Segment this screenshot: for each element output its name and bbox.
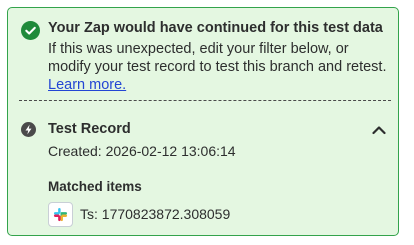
filter-result-panel: Your Zap would have continued for this t… — [7, 7, 399, 236]
alert-body-text: If this was unexpected, edit your filter… — [48, 41, 387, 75]
learn-more-link[interactable]: Learn more. — [48, 77, 126, 93]
chevron-up-icon[interactable] — [370, 121, 388, 139]
lightning-bolt-icon — [21, 122, 36, 137]
section-divider — [19, 100, 391, 101]
alert-message: If this was unexpected, edit your filter… — [48, 40, 393, 94]
check-circle-icon — [21, 21, 40, 40]
matched-items-label: Matched items — [48, 179, 142, 194]
slack-logo-icon — [48, 202, 73, 227]
created-timestamp: Created: 2026-02-12 13:06:14 — [48, 143, 236, 159]
test-record-title: Test Record — [48, 121, 131, 137]
alert-title: Your Zap would have continued for this t… — [48, 20, 383, 36]
matched-item-timestamp: Ts: 1770823872.308059 — [80, 206, 231, 222]
